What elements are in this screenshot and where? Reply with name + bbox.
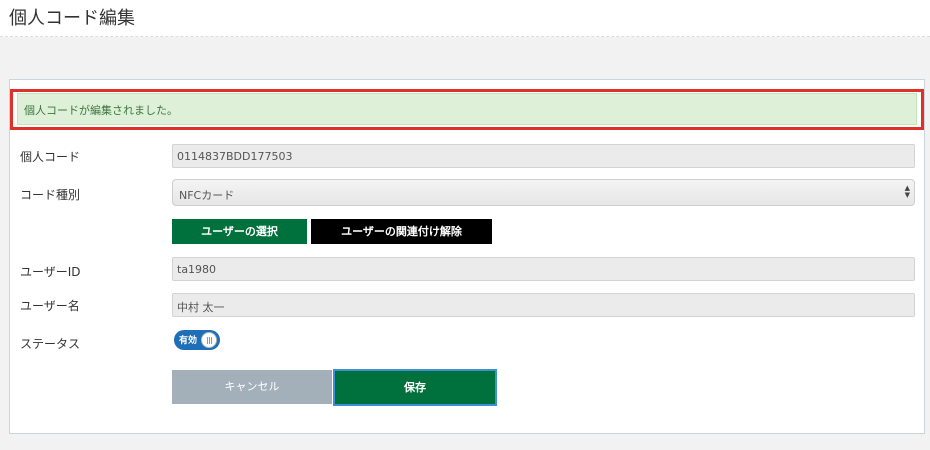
user-id-field[interactable]: ta1980: [172, 257, 915, 281]
user-name-field[interactable]: 中村 太一: [172, 293, 915, 317]
select-user-button[interactable]: ユーザーの選択: [172, 219, 307, 244]
user-id-label: ユーザーID: [20, 265, 81, 279]
unlink-user-button[interactable]: ユーザーの関連付け解除: [311, 219, 492, 244]
status-label: ステータス: [20, 337, 81, 351]
page-header: 個人コード編集: [0, 0, 930, 37]
code-type-selected-value: NFCカード: [179, 189, 235, 202]
code-type-label: コード種別: [20, 188, 81, 202]
page-title: 個人コード編集: [9, 8, 135, 29]
toggle-knob: [201, 332, 217, 348]
personal-code-field[interactable]: 0114837BDD177503: [172, 144, 915, 168]
status-toggle[interactable]: 有効: [174, 330, 220, 350]
save-button[interactable]: 保存: [333, 369, 497, 406]
cancel-button[interactable]: キャンセル: [172, 370, 332, 404]
user-name-label: ユーザー名: [20, 299, 80, 313]
alert-highlight-box: [10, 89, 924, 130]
updown-arrows-icon: ▲ ▼: [904, 184, 910, 199]
personal-code-label: 個人コード: [20, 150, 81, 164]
code-type-select[interactable]: NFCカード ▲ ▼: [172, 179, 915, 206]
status-toggle-label: 有効: [179, 336, 198, 346]
grip-icon: [207, 337, 212, 344]
